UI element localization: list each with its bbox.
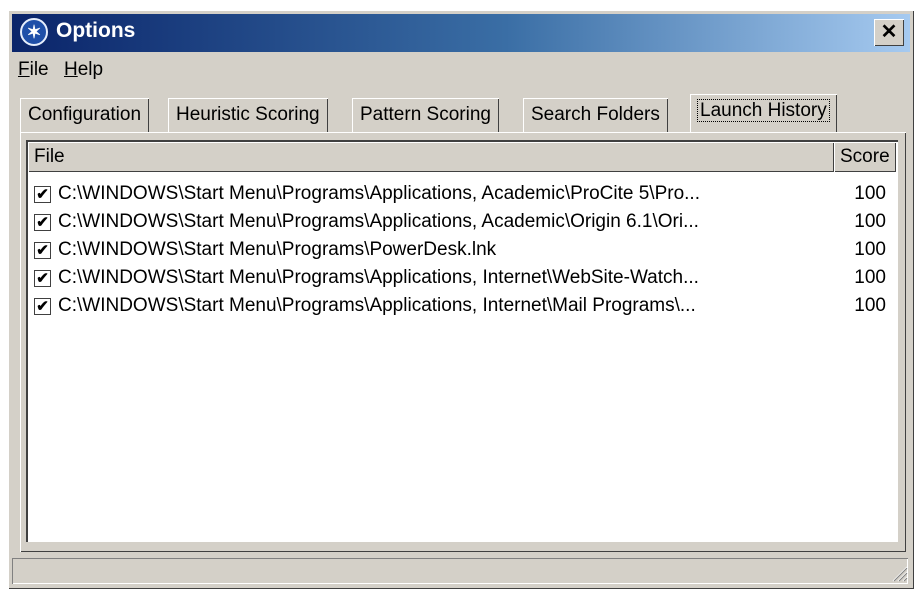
tab-launch-history[interactable]: Launch History xyxy=(690,94,837,132)
list-item[interactable]: ✔ C:\WINDOWS\Start Menu\Programs\Applica… xyxy=(34,266,890,294)
list-item-file: C:\WINDOWS\Start Menu\Programs\PowerDesk… xyxy=(58,239,497,260)
window-title: Options xyxy=(56,19,136,42)
column-header-file[interactable]: File xyxy=(28,142,834,172)
check-icon[interactable]: ✔ xyxy=(34,270,51,287)
title-bar[interactable]: ✶ Options ✕ xyxy=(12,14,910,52)
tab-panel: File Score ✔ C:\WINDOWS\Start Menu\Progr… xyxy=(20,132,906,552)
status-bar xyxy=(12,558,910,584)
menu-help-rest: elp xyxy=(77,59,104,80)
list-item[interactable]: ✔ C:\WINDOWS\Start Menu\Programs\Applica… xyxy=(34,210,890,238)
list-item[interactable]: ✔ C:\WINDOWS\Start Menu\Programs\Applica… xyxy=(34,294,890,322)
close-button[interactable]: ✕ xyxy=(874,19,904,46)
tab-search-folders[interactable]: Search Folders xyxy=(523,98,668,132)
tab-launch-history-label: Launch History xyxy=(697,99,830,122)
list-item[interactable]: ✔ C:\WINDOWS\Start Menu\Programs\Applica… xyxy=(34,182,890,210)
list-item-score: 100 xyxy=(854,267,886,288)
options-window: ✶ Options ✕ File Help Configuration Heur… xyxy=(8,10,914,589)
menu-help[interactable]: Help xyxy=(64,59,103,81)
list-item[interactable]: ✔ C:\WINDOWS\Start Menu\Programs\PowerDe… xyxy=(34,238,890,266)
list-item-file: C:\WINDOWS\Start Menu\Programs\Applicati… xyxy=(58,183,700,204)
check-icon[interactable]: ✔ xyxy=(34,298,51,315)
list-item-score: 100 xyxy=(854,211,886,232)
menu-file[interactable]: File xyxy=(18,59,49,81)
column-header-score[interactable]: Score xyxy=(834,142,896,172)
resize-grip-icon[interactable] xyxy=(890,564,908,582)
menu-bar: File Help xyxy=(12,54,910,86)
tab-search-folders-label: Search Folders xyxy=(531,104,660,125)
app-runner-icon: ✶ xyxy=(20,18,48,46)
tab-heuristic-scoring[interactable]: Heuristic Scoring xyxy=(168,98,328,132)
tab-pattern-scoring-label: Pattern Scoring xyxy=(360,104,491,125)
list-item-file: C:\WINDOWS\Start Menu\Programs\Applicati… xyxy=(58,211,699,232)
check-icon[interactable]: ✔ xyxy=(34,214,51,231)
menu-file-accel: F xyxy=(18,59,30,80)
check-icon[interactable]: ✔ xyxy=(34,242,51,259)
list-item-score: 100 xyxy=(854,295,886,316)
status-field xyxy=(12,558,908,584)
menu-file-rest: ile xyxy=(29,59,49,80)
list-header: File Score xyxy=(28,142,896,172)
tab-configuration[interactable]: Configuration xyxy=(20,98,150,132)
tab-heuristic-scoring-label: Heuristic Scoring xyxy=(176,104,320,125)
menu-help-accel: H xyxy=(64,59,78,80)
list-item-file: C:\WINDOWS\Start Menu\Programs\Applicati… xyxy=(58,295,696,316)
check-icon[interactable]: ✔ xyxy=(34,186,51,203)
list-item-score: 100 xyxy=(854,183,886,204)
list-item-file: C:\WINDOWS\Start Menu\Programs\Applicati… xyxy=(58,267,699,288)
launch-history-list[interactable]: File Score ✔ C:\WINDOWS\Start Menu\Progr… xyxy=(26,140,898,542)
tab-configuration-label: Configuration xyxy=(28,104,142,125)
tab-pattern-scoring[interactable]: Pattern Scoring xyxy=(352,98,499,132)
list-item-score: 100 xyxy=(854,239,886,260)
